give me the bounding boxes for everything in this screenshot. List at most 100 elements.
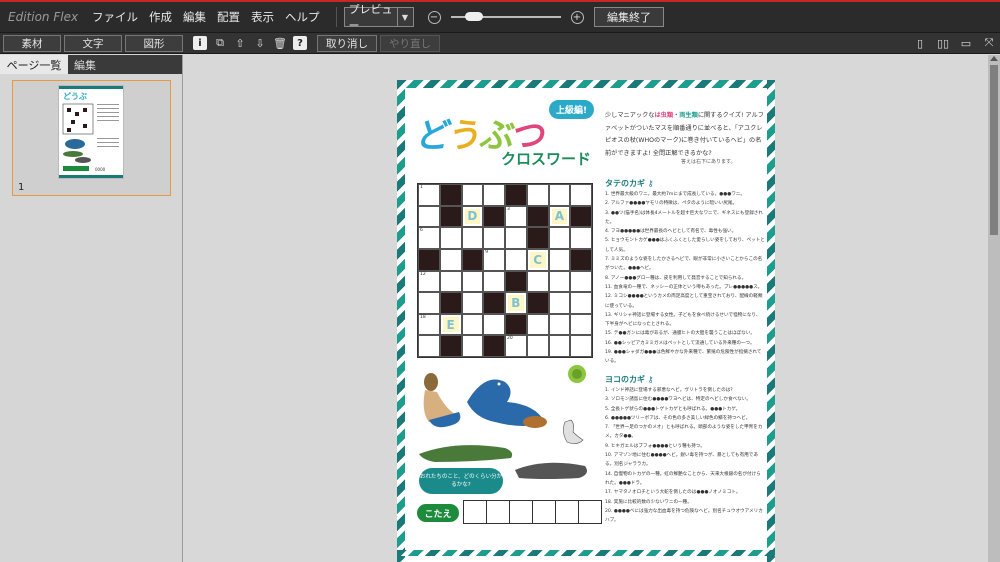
grid-cell [570, 313, 592, 336]
tate-clue: 4. フヨ●●●●●は世界最長のヘビとして有名で、毒性も強い。 [605, 229, 737, 235]
grid-cell [461, 335, 484, 357]
grid-cell [461, 248, 484, 271]
scroll-up-icon[interactable] [990, 56, 998, 61]
grid-number: 1 [420, 185, 423, 190]
page-thumbnail[interactable]: どうぶ 0000 1 [12, 80, 171, 196]
grid-cell [418, 248, 440, 271]
grid-cell [526, 270, 549, 293]
grid-cell [548, 335, 571, 357]
page-thumbnail-preview: どうぶ 0000 [58, 85, 124, 179]
grid-letter: E [442, 316, 459, 333]
grid-letter: B [508, 295, 524, 311]
help-icon[interactable]: ? [293, 36, 307, 50]
tate-clue: 7. ミミズのような姿をしたかさるヘビで、眼が非常に小さいことからこの名がついた… [605, 257, 763, 272]
toolbar: 素材 文字 図形 i ⧉ ⇧ ⇩ 🗑 ? 取り消し やり直し ▯ ▯▯ ▭ ⤧ [0, 32, 1000, 54]
zoom-out-icon[interactable]: − [427, 10, 441, 24]
copy-icon[interactable]: ⧉ [213, 36, 227, 50]
chevron-down-icon[interactable]: ▼ [396, 8, 413, 26]
scrollbar-thumb[interactable] [990, 65, 998, 235]
menu-item-2[interactable]: 編集 [183, 9, 206, 25]
grid-cell [570, 205, 592, 228]
menu-item-1[interactable]: 作成 [149, 9, 172, 25]
grid-letter: D [464, 208, 481, 225]
undo-button[interactable]: 取り消し [317, 34, 377, 52]
grid-cell [570, 227, 592, 249]
grid-number: 12 [420, 271, 426, 277]
yoko-clue: 9. ヒキガエルはブフォ●●●●という種も持つ。 [605, 443, 705, 449]
grid-cell [505, 248, 527, 271]
grid-number: 20 [507, 336, 513, 342]
redo-button[interactable]: やり直し [380, 34, 440, 52]
tate-clue: 19. ●●●シャダガ●●●は色鮮やかな外来種で、繁殖の危険性が指摘されている。 [605, 350, 762, 365]
grid-cell [505, 313, 527, 336]
grid-cell [439, 270, 462, 293]
grid-cell [483, 270, 505, 293]
tate-clue: 3. ●●ツ(猫手名)は体長4メートルを超す巨大なワニで、ギネスにも登録された。 [605, 210, 763, 225]
shape-button[interactable]: 図形 [125, 34, 183, 52]
answer-box [509, 500, 533, 524]
grid-cell [439, 248, 462, 271]
grid-cell [505, 270, 527, 293]
svg-text:どうぶ: どうぶ [63, 91, 87, 101]
zoom-in-icon[interactable]: + [570, 10, 584, 24]
grid-cell [461, 227, 484, 249]
yoko-clue: 14. 自慢物のトカゲの一種。虹の鮮艶なことから、天来大根銀の名が付けられた。●… [605, 471, 761, 486]
grid-cell: 18 [418, 313, 440, 336]
grid-cell [548, 184, 571, 206]
tate-clue: 2. アルファ●●●●ヤモリの特徴は、ペタのように暗いい尻尾。 [605, 201, 738, 207]
grid-cell [483, 205, 505, 228]
grid-letter: C [529, 251, 546, 268]
zoom-slider[interactable] [450, 10, 561, 24]
yoko-clue: 5. 全長トゲ状らの●●●トゲトカゲとも呼ばれる。●●●トカゲ。 [605, 406, 741, 412]
grid-cell [505, 227, 527, 249]
menu-item-3[interactable]: 配置 [217, 9, 240, 25]
grid-cell [461, 184, 484, 206]
vertical-scrollbar[interactable] [988, 55, 1000, 562]
menu-item-4[interactable]: 表示 [251, 9, 274, 25]
tate-clue: 12. ミコシ●●●●というカメの両足高度として重宝されており、配線の軽類に使っ… [605, 294, 763, 309]
grid-cell [483, 227, 505, 249]
grid-cell: C [526, 248, 549, 271]
grid-cell [418, 335, 440, 357]
info-icon[interactable]: i [193, 36, 207, 50]
tate-clue: 11. 血食竜の一種で、ネッシーの正体という噂もあった。プレ●●●●●ス。 [605, 284, 763, 290]
grid-cell [461, 270, 484, 293]
answer-box [578, 500, 602, 524]
tate-clues: 1. 世界最大級のワニ。最大約7mにまで成長している。●●●ワニ。 2. アルファ… [605, 190, 765, 367]
bring-front-icon[interactable]: ⇧ [233, 36, 247, 50]
grid-cell [548, 270, 571, 293]
send-back-icon[interactable]: ⇩ [253, 36, 267, 50]
menubar: Edition Flex ファイル 作成 編集 配置 表示 ヘルプ プレビュー ▼ − +… [0, 2, 1000, 32]
grid-cell: E [439, 313, 462, 336]
grid-cell [483, 292, 505, 314]
zoom-slider-thumb[interactable] [464, 12, 483, 21]
menu-item-5[interactable]: ヘルプ [285, 9, 320, 25]
tate-clue: 13. ギリシャ神話に登場する女性。子どもを食べ続けるせいで怪物になり、下半身が… [605, 312, 761, 328]
key-icon: ⚷ [647, 375, 654, 384]
border-stripe-top [397, 80, 775, 88]
grid-cell [570, 248, 592, 271]
menu-item-0[interactable]: ファイル [92, 9, 138, 25]
answer-boxes [463, 500, 602, 524]
yoko-clue: 18. 実施に比較的数の少ないワニの一種。 [605, 499, 692, 505]
tate-clue: 15. テ●●ガンには毒があるが、通膜ヒトの大胆を襲うことはほぼない。 [605, 331, 755, 337]
yoko-clue: 10. アマゾン地に住む●●●●ヘビ。鋭い毒を持つが、暴としても有用である。別名… [605, 453, 758, 468]
grid-cell [526, 205, 549, 228]
tab-page-list[interactable]: ページ一覧 [0, 55, 68, 74]
single-page-icon[interactable]: ▯ [913, 36, 927, 50]
tate-heading: タテのカギ ⚷ [605, 179, 654, 188]
end-edit-button[interactable]: 編集終了 [594, 7, 664, 27]
fullscreen-icon[interactable]: ⤧ [982, 36, 996, 50]
grid-cell [548, 313, 571, 336]
grid-cell [570, 184, 592, 206]
grid-number: 9 [485, 249, 489, 255]
trash-icon[interactable]: 🗑 [273, 36, 287, 50]
double-page-icon[interactable]: ▯▯ [936, 36, 950, 50]
page-width-icon[interactable]: ▭ [959, 36, 973, 50]
text-button[interactable]: 文字 [64, 34, 122, 52]
tab-edit[interactable]: 編集 [68, 55, 102, 74]
view-mode-select[interactable]: プレビュー ▼ [343, 3, 414, 32]
grid-cell [483, 313, 505, 336]
document-page[interactable]: どうぶつ 上級編! クロスワード 少しマニアックなは虫類・両生類に関するクイズ!… [397, 80, 775, 562]
material-button[interactable]: 素材 [3, 34, 61, 52]
